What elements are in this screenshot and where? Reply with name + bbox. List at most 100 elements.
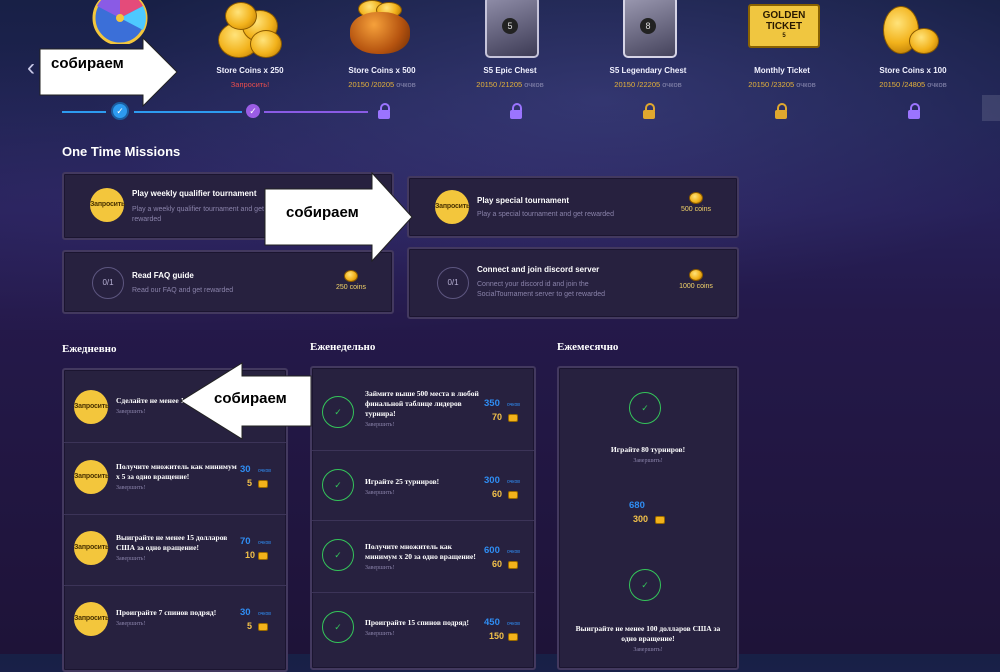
mission-card: Запросить Play special tournament Play a… xyxy=(407,176,739,238)
points-value: 300 xyxy=(484,475,500,486)
coin-icon xyxy=(508,414,518,422)
annotation-text: собираем xyxy=(214,390,287,407)
points-value: 680 xyxy=(629,500,645,511)
section-title-one-time: One Time Missions xyxy=(62,144,181,159)
coins-value: 70 xyxy=(492,412,503,422)
epic-chest-icon: 5 xyxy=(450,0,570,62)
points-value: 350 xyxy=(484,398,500,409)
points-unit: очков xyxy=(258,468,271,474)
mission-title: Read FAQ guide xyxy=(132,271,194,280)
reward-progress: 20150 /22205 очков xyxy=(614,80,682,89)
progress-track-segment xyxy=(62,111,106,113)
mission-title: Проиграйте 7 спинов подряд! xyxy=(116,608,217,617)
reward-s5-legendary-chest: 8 S5 Legendary Chest 20150 /22205 очков xyxy=(588,0,708,89)
points-unit: очков xyxy=(507,549,520,555)
coin-icon xyxy=(258,480,268,488)
claim-button[interactable]: Запросить xyxy=(74,602,109,636)
claim-button[interactable]: Запросить xyxy=(74,460,109,494)
annotation-text: собираем xyxy=(286,204,359,221)
reward-claim-link[interactable]: Запросить! xyxy=(190,80,310,89)
reward-name: Store Coins x 100 xyxy=(879,66,947,75)
mission-status: Завершить! xyxy=(116,556,146,562)
reward-name: Store Coins x 500 xyxy=(348,66,416,75)
coin-icon xyxy=(689,192,703,204)
reward-progress: 20150 /21205 очков xyxy=(476,80,544,89)
mission-desc: Read our FAQ and get rewarded xyxy=(132,287,234,294)
section-title-weekly: Еженедельно xyxy=(310,341,376,353)
lock-icon xyxy=(643,103,655,119)
completed-check-icon: ✓ xyxy=(629,569,661,601)
coin-icon xyxy=(508,561,518,569)
section-title-monthly: Ежемесячно xyxy=(557,341,619,353)
lock-icon xyxy=(378,103,390,119)
milestone-reached-icon: ✓ xyxy=(246,104,260,118)
completed-check-icon: ✓ xyxy=(629,392,661,424)
mission-desc: Play a special tournament and get reward… xyxy=(477,211,614,218)
coin-icon xyxy=(689,269,703,281)
mission-title: Выиграйте не менее 15 долларов США за од… xyxy=(116,533,228,552)
reward-progress: 20150 /23205 очков xyxy=(748,80,816,89)
mission-title: Играйте 25 турниров! xyxy=(365,477,440,486)
gold-pot-icon xyxy=(322,0,442,62)
lock-icon xyxy=(775,103,787,119)
claim-button[interactable]: Запросить xyxy=(90,188,125,222)
coin-icon xyxy=(258,623,268,631)
carousel-next-button[interactable] xyxy=(982,95,1000,121)
lock-icon xyxy=(908,103,920,119)
completed-check-icon: ✓ xyxy=(322,469,354,501)
reward-progress: 20150 /24805 очков xyxy=(879,80,947,89)
mission-status: Завершить! xyxy=(365,490,395,496)
mission-title: Connect and join discord server xyxy=(477,265,600,274)
mission-status: Завершить! xyxy=(633,458,663,464)
progress-ring: 0/1 xyxy=(92,267,124,299)
points-value: 30 xyxy=(240,464,251,475)
mission-reward: 250 coins xyxy=(326,270,376,291)
mission-title: Получите множитель как минимум х 20 за о… xyxy=(365,542,476,561)
mission-title: Play weekly qualifier tournament xyxy=(132,189,257,198)
claim-button[interactable]: Запросить xyxy=(74,531,109,565)
mission-title: Play special tournament xyxy=(477,196,570,205)
mission-status: Завершить! xyxy=(116,621,146,627)
mission-status: Завершить! xyxy=(365,422,395,428)
points-value: 70 xyxy=(240,536,251,547)
mission-reward: 1000 coins xyxy=(671,269,721,290)
mission-title: Займите выше 500 места в любой финальной… xyxy=(365,389,479,418)
mission-status: Завершить! xyxy=(633,647,663,653)
annotation-arrow: собираем xyxy=(264,172,414,262)
reward-progress: 20150 /20205 очков xyxy=(348,80,416,89)
completed-check-icon: ✓ xyxy=(322,396,354,428)
completed-check-icon: ✓ xyxy=(322,611,354,643)
coins-value: 60 xyxy=(492,559,503,569)
annotation-arrow: собираем xyxy=(180,362,312,440)
lock-icon xyxy=(510,103,522,119)
annotation-arrow: собираем xyxy=(39,37,179,107)
coin-stack-icon xyxy=(190,0,310,62)
mission-title: Выиграйте не менее 100 долларов США за о… xyxy=(575,624,721,643)
mission-title: Проиграйте 15 спинов подряд! xyxy=(365,618,469,627)
progress-ring: 0/1 xyxy=(437,267,469,299)
reward-monthly-ticket: GOLDEN TICKET 5 Monthly Ticket 20150 /23… xyxy=(722,0,842,89)
section-title-daily: Ежедневно xyxy=(62,343,117,355)
points-value: 30 xyxy=(240,607,251,618)
mission-title: Получите множитель как минимум х 5 за од… xyxy=(116,462,237,481)
coins-value: 5 xyxy=(247,621,253,631)
coin-icon xyxy=(655,516,665,524)
monthly-missions-panel: ✓ Играйте 80 турниров! Завершить! 680 30… xyxy=(557,366,739,670)
coins-value: 300 xyxy=(633,514,649,524)
claim-button[interactable]: Запросить xyxy=(435,190,470,224)
coins-value: 60 xyxy=(492,489,503,499)
coin-icon xyxy=(344,270,358,282)
coin-stack-icon xyxy=(853,0,973,62)
weekly-missions-panel: ✓ Займите выше 500 места в любой финальн… xyxy=(310,366,536,670)
mission-card: 0/1 Connect and join discord server Conn… xyxy=(407,247,739,319)
mission-status: Завершить! xyxy=(365,565,395,571)
points-value: 450 xyxy=(484,617,500,628)
mission-reward: 500 coins xyxy=(671,192,721,213)
reward-s5-epic-chest: 5 S5 Epic Chest 20150 /21205 очков xyxy=(450,0,570,89)
coin-icon xyxy=(508,633,518,641)
mission-desc: Play a weekly qualifier tournament and g… xyxy=(132,206,264,223)
claim-button[interactable]: Запросить xyxy=(74,390,109,424)
points-unit: очков xyxy=(507,479,520,485)
points-value: 600 xyxy=(484,545,500,556)
coin-icon xyxy=(508,491,518,499)
